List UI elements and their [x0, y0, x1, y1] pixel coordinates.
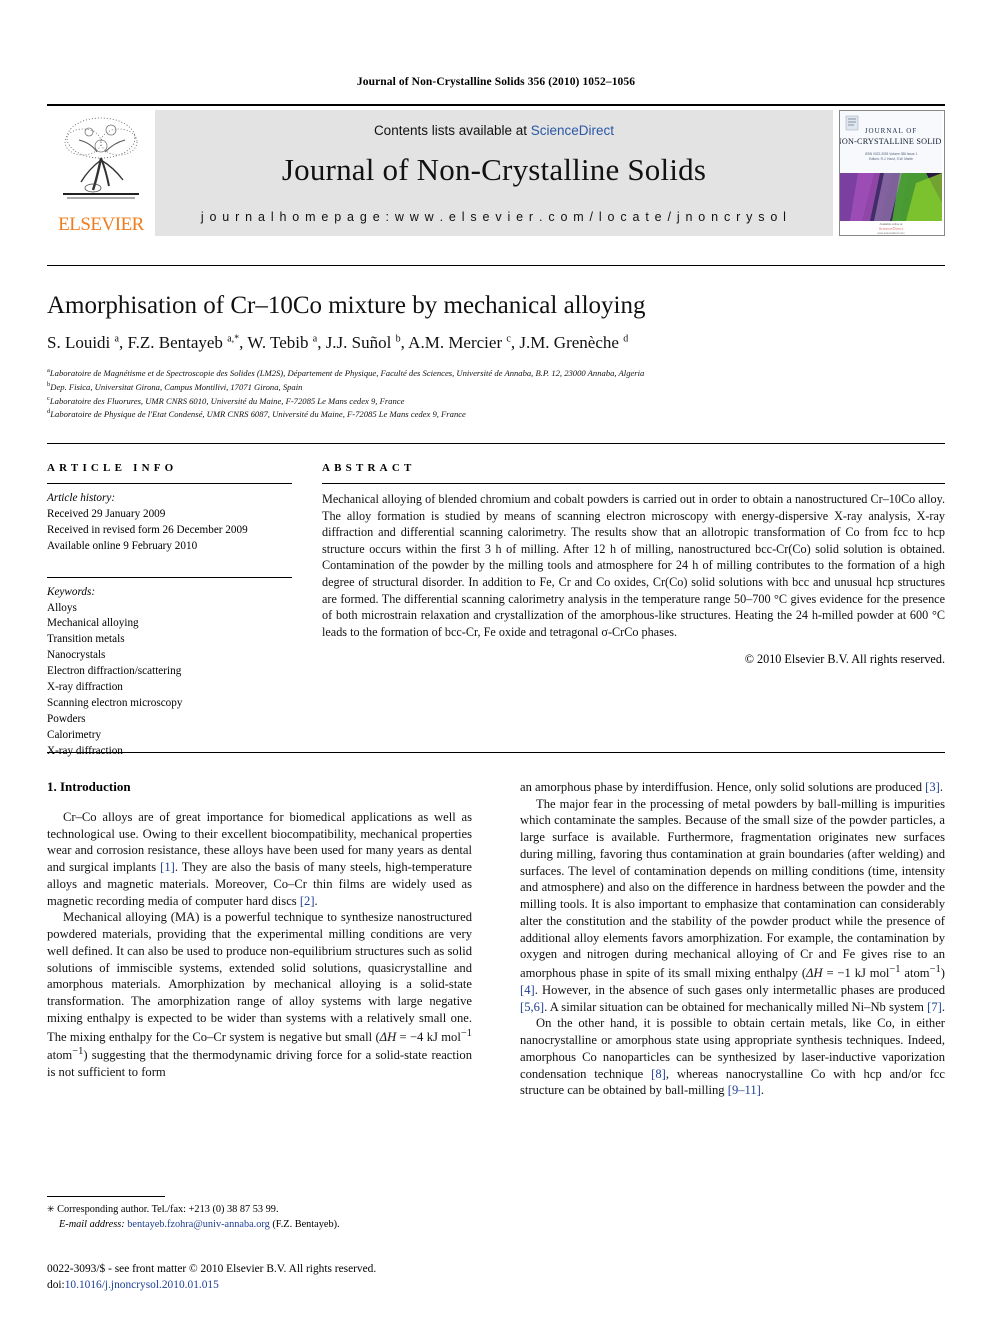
keyword-item: X-ray diffraction — [47, 681, 123, 694]
keyword-item: Scanning electron microscopy — [47, 696, 183, 709]
page-footer: 0022-3093/$ - see front matter © 2010 El… — [47, 1262, 607, 1293]
paragraph: Cr–Co alloys are of great importance for… — [47, 810, 472, 908]
keywords-label: Keywords: — [47, 585, 96, 598]
abstract-heading: ABSTRACT — [322, 462, 416, 474]
abstract-text: Mechanical alloying of blended chromium … — [322, 492, 945, 639]
history-item: Received in revised form 26 December 200… — [47, 523, 248, 536]
email-owner: (F.Z. Bentayeb). — [272, 1218, 340, 1230]
article-info-heading: ARTICLE INFO — [47, 462, 178, 474]
elsevier-tree-icon — [63, 117, 139, 199]
keyword-item: Transition metals — [47, 633, 125, 646]
keyword-item: Nanocrystals — [47, 649, 106, 662]
paragraph: an amorphous phase by interdiffusion. He… — [520, 780, 943, 794]
info-top-rule — [47, 443, 945, 444]
abstract-column: ABSTRACT Mechanical alloying of blended … — [322, 462, 945, 667]
paragraph: On the other hand, it is possible to obt… — [520, 1016, 945, 1098]
history-item: Received 29 January 2009 — [47, 507, 166, 520]
keywords-block: Keywords: Alloys Mechanical alloying Tra… — [47, 585, 292, 760]
author-list: S. Louidi a, F.Z. Bentayeb a,*, W. Tebib… — [47, 333, 629, 352]
cover-artwork: JOURNAL OF NON-CRYSTALLINE SOLIDS ISSN 0… — [840, 111, 944, 235]
footnote-rule — [47, 1196, 165, 1197]
journal-masthead: ELSEVIER Contents lists available at Sci… — [47, 104, 945, 238]
asterisk-icon: ✳ — [47, 1204, 55, 1214]
running-head: Journal of Non-Crystalline Solids 356 (2… — [356, 76, 636, 88]
doi-link[interactable]: 10.1016/j.jnoncrysol.2010.01.015 — [65, 1279, 219, 1291]
email-link[interactable]: bentayeb.fzohra@univ-annaba.org — [127, 1219, 270, 1230]
abstract-rule — [322, 483, 945, 484]
affiliation-list: aLaboratoire de Magnétisme et de Spectro… — [47, 366, 945, 421]
keyword-item: Mechanical alloying — [47, 617, 139, 630]
email-label: E-mail address: — [59, 1218, 125, 1230]
article-info-column: ARTICLE INFO Article history: Received 2… — [47, 462, 292, 760]
elsevier-wordmark: ELSEVIER — [58, 214, 144, 235]
sciencedirect-link[interactable]: ScienceDirect — [531, 123, 614, 138]
masthead-center-panel: Contents lists available at ScienceDirec… — [155, 110, 833, 236]
svg-text:JOURNAL OF: JOURNAL OF — [865, 127, 917, 135]
affiliation-item: bDep. Fisica, Universitat Girona, Campus… — [47, 380, 303, 392]
svg-text:Editors: R.J. Hand, S.W. Marti: Editors: R.J. Hand, S.W. Martin — [869, 157, 913, 161]
journal-title: Journal of Non-Crystalline Solids — [281, 152, 707, 187]
body-column-right: an amorphous phase by interdiffusion. He… — [520, 779, 945, 1099]
svg-text:ScienceDirect: ScienceDirect — [879, 226, 904, 231]
affiliation-item: dLaboratoire de Physique de l'Etat Conde… — [47, 408, 466, 420]
keyword-item: Calorimetry — [47, 728, 102, 741]
info-bottom-rule — [47, 752, 945, 753]
article-info-rule — [47, 483, 292, 484]
journal-homepage-line[interactable]: j o u r n a l h o m e p a g e : w w w . … — [155, 210, 833, 224]
corresponding-author-text: Corresponding author. Tel./fax: +213 (0)… — [57, 1204, 279, 1215]
svg-text:www.sciencedirect.com: www.sciencedirect.com — [878, 231, 905, 235]
article-history-label: Article history: — [47, 492, 116, 504]
elsevier-logo: ELSEVIER — [47, 110, 155, 236]
affiliation-item: cLaboratoire des Fluorures, UMR CNRS 601… — [47, 394, 405, 406]
paragraph: The major fear in the processing of meta… — [520, 796, 945, 1014]
body-column-left: 1. Introduction Cr–Co alloys are of grea… — [47, 779, 472, 1081]
title-separator-rule — [47, 265, 945, 266]
doi-label: doi: — [47, 1278, 65, 1291]
corresponding-author-footnote: ✳ Corresponding author. Tel./fax: +213 (… — [47, 1196, 472, 1233]
keyword-item: Powders — [47, 712, 86, 725]
journal-cover-thumbnail: JOURNAL OF NON-CRYSTALLINE SOLIDS ISSN 0… — [839, 110, 945, 236]
section-heading-introduction: 1. Introduction — [47, 779, 131, 794]
paragraph: Mechanical alloying (MA) is a powerful t… — [47, 910, 472, 1080]
keyword-item: Alloys — [47, 601, 77, 614]
issn-copyright-line: 0022-3093/$ - see front matter © 2010 El… — [47, 1263, 377, 1275]
article-history-block: Article history: Received 29 January 200… — [47, 491, 292, 555]
affiliation-item: aLaboratoire de Magnétisme et de Spectro… — [47, 367, 645, 378]
keywords-rule — [47, 576, 292, 578]
svg-text:ISSN 0022-3093 Volume 356: ISSN 0022-3093 Volume 356 Issue 1 — [865, 152, 918, 156]
contents-prefix-text: Contents lists available at — [373, 123, 531, 138]
history-item: Available online 9 February 2010 — [47, 539, 198, 552]
svg-text:NON-CRYSTALLINE SOLIDS: NON-CRYSTALLINE SOLIDS — [840, 137, 942, 146]
journal-article-page: Journal of Non-Crystalline Solids 356 (2… — [0, 0, 992, 1323]
keyword-item: Electron diffraction/scattering — [47, 665, 182, 678]
article-title: Amorphisation of Cr–10Co mixture by mech… — [47, 292, 646, 319]
footnote-text: ✳ Corresponding author. Tel./fax: +213 (… — [47, 1203, 472, 1233]
contents-available-line: Contents lists available at ScienceDirec… — [155, 123, 833, 138]
abstract-copyright: © 2010 Elsevier B.V. All rights reserved… — [744, 652, 945, 667]
